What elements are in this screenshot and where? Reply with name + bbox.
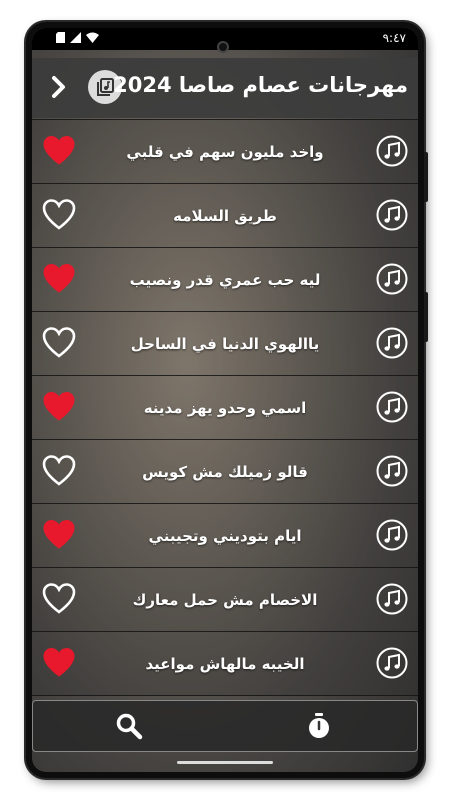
song-title: اسمي وحدو يهز مدينه: [143, 398, 307, 417]
heart-filled-icon[interactable]: [42, 518, 76, 552]
song-title: الاخصام مش حمل معارك: [132, 590, 318, 609]
music-library-icon: [97, 78, 114, 96]
song-row[interactable]: الاخصام مش حمل معارك: [32, 568, 418, 632]
song-row[interactable]: اسمي وحدو يهز مدينه: [32, 376, 418, 440]
music-note-icon[interactable]: [376, 455, 408, 487]
sim-icon: [56, 32, 65, 43]
heart-outline-icon[interactable]: [42, 582, 76, 616]
heart-filled-icon[interactable]: [42, 134, 76, 168]
music-note-icon[interactable]: [376, 327, 408, 359]
music-note-icon[interactable]: [376, 135, 408, 167]
heart-filled-icon[interactable]: [42, 262, 76, 296]
song-row[interactable]: الخيبه مالهاش مواعيد: [32, 632, 418, 696]
screen: ٩:٤٧ مهرجانات عصام صاصا 2024 واخد مليون …: [32, 28, 418, 772]
song-row[interactable]: ليه حب عمري قدر ونصيب: [32, 248, 418, 312]
song-title: الخيبه مالهاش مواعيد: [145, 654, 305, 673]
song-list: واخد مليون سهم في قلبي طريق السلامه ليه حب…: [32, 119, 418, 696]
page-title: مهرجانات عصام صاصا 2024: [113, 73, 408, 97]
song-row[interactable]: قالو زميلك مش كويس: [32, 440, 418, 504]
back-button[interactable]: [44, 72, 74, 102]
song-row[interactable]: ياالهوي الدنيا في الساحل: [32, 312, 418, 376]
stopwatch-icon: [309, 713, 329, 738]
music-note-icon[interactable]: [376, 583, 408, 615]
app-header: مهرجانات عصام صاصا 2024: [32, 58, 418, 118]
signal-icon: [70, 32, 81, 43]
heart-outline-icon[interactable]: [42, 198, 76, 232]
song-title: قالو زميلك مش كويس: [142, 462, 308, 481]
music-note-icon[interactable]: [376, 263, 408, 295]
status-time: ٩:٤٧: [382, 31, 406, 45]
song-title: ليه حب عمري قدر ونصيب: [129, 270, 321, 289]
music-note-icon[interactable]: [376, 519, 408, 551]
heart-filled-icon[interactable]: [42, 646, 76, 680]
heart-filled-icon[interactable]: [42, 390, 76, 424]
song-title: طريق السلامه: [173, 206, 277, 225]
search-icon: [116, 713, 143, 740]
phone-frame: ٩:٤٧ مهرجانات عصام صاصا 2024 واخد مليون …: [26, 22, 428, 778]
wifi-icon: [86, 32, 99, 43]
heart-outline-icon[interactable]: [42, 454, 76, 488]
chevron-right-icon: [52, 76, 65, 98]
song-row[interactable]: طريق السلامه: [32, 184, 418, 248]
music-note-icon[interactable]: [376, 199, 408, 231]
timer-button[interactable]: [289, 701, 349, 751]
song-title: ياالهوي الدنيا في الساحل: [130, 334, 320, 353]
power-button: [424, 292, 428, 342]
music-note-icon[interactable]: [376, 391, 408, 423]
volume-button: [424, 152, 428, 202]
heart-outline-icon[interactable]: [42, 326, 76, 360]
bottom-toolbar: [32, 700, 418, 752]
search-button[interactable]: [99, 701, 159, 751]
song-row[interactable]: واخد مليون سهم في قلبي: [32, 119, 418, 184]
front-camera: [217, 41, 229, 53]
song-title: واخد مليون سهم في قلبي: [126, 142, 324, 161]
song-row[interactable]: ايام بتوديني وتجيبني: [32, 504, 418, 568]
status-icons: [56, 32, 99, 43]
home-indicator[interactable]: [177, 761, 273, 764]
song-title: ايام بتوديني وتجيبني: [148, 526, 302, 545]
music-note-icon[interactable]: [376, 647, 408, 679]
